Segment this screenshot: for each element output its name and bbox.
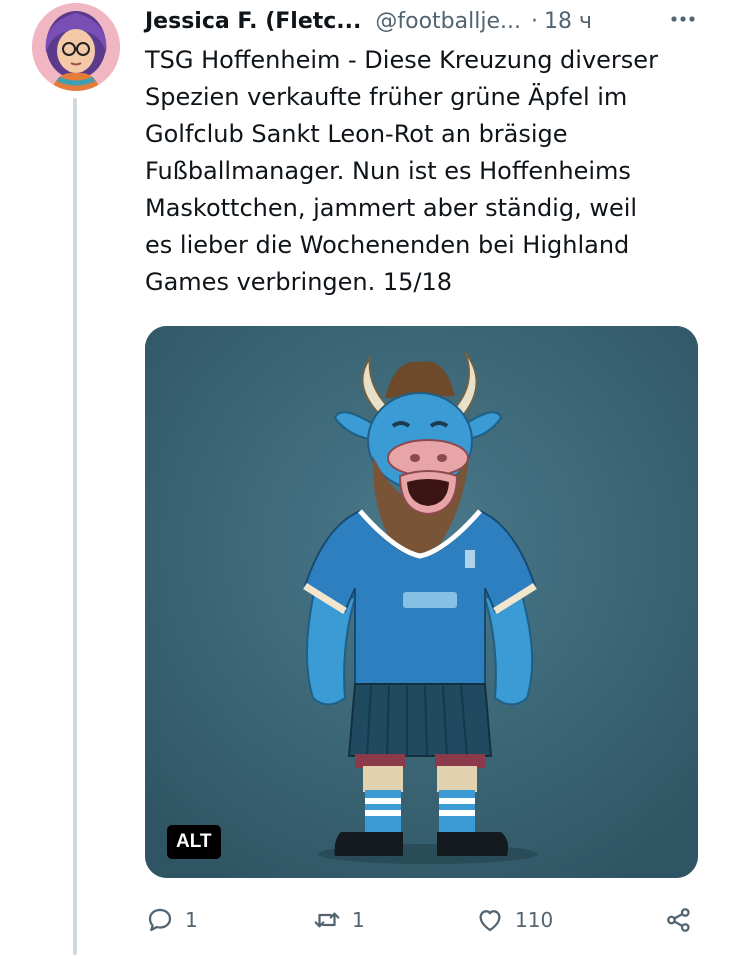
tweet-actions: 1 1 110 [0,905,730,945]
tweet-text: TSG Hoffenheim - Diese Kreuzung diverser… [145,46,658,296]
thread-line [73,98,77,955]
share-icon [667,908,690,932]
alt-text-badge[interactable]: ALT [167,825,221,859]
timestamp[interactable]: 18 ч [544,9,592,34]
more-icon [671,16,695,22]
tweet-media-image[interactable]: ALT [145,326,698,878]
mascot-illustration [145,326,698,878]
share-button[interactable] [664,905,704,935]
tweet-header: Jessica F. (Fletc... @footballje... · 18… [145,6,592,36]
reply-button[interactable]: 1 [145,905,198,935]
heart-icon [479,910,501,932]
avatar[interactable] [32,3,120,91]
like-count: 110 [515,908,554,932]
retweet-count: 1 [352,908,365,932]
reply-icon [148,908,172,932]
like-button[interactable]: 110 [475,905,553,935]
author-handle[interactable]: @footballje... [375,9,521,34]
retweet-icon [314,912,340,928]
author-name[interactable]: Jessica F. (Fletc... [145,9,361,34]
more-options-button[interactable] [668,6,698,32]
reply-count: 1 [185,908,198,932]
retweet-button[interactable]: 1 [312,905,365,935]
separator-dot: · [530,8,538,34]
avatar-illustration [32,3,120,91]
